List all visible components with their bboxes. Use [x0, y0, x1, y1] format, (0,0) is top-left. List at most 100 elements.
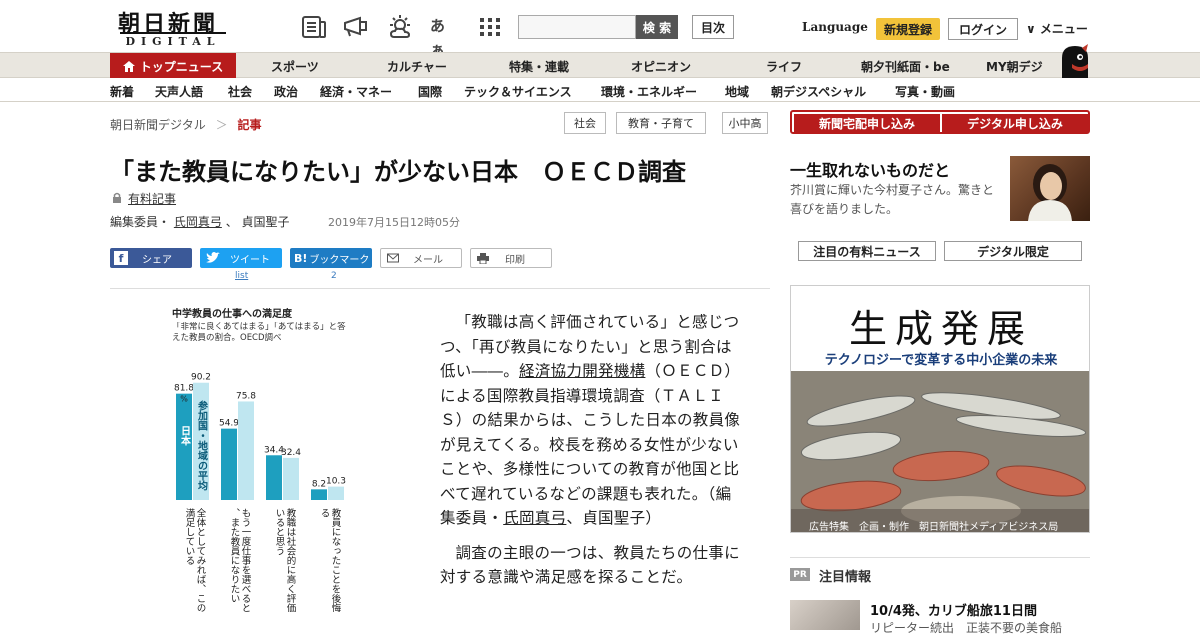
- facebook-icon: f: [114, 251, 128, 265]
- mail-share-label: メール: [413, 254, 443, 266]
- font-size-icon[interactable]: あぁ: [430, 14, 458, 59]
- bar-value-label: 10.3: [326, 477, 346, 487]
- login-button[interactable]: ログイン: [948, 18, 1018, 40]
- chart-subtitle-wrap: 「非常に良くあてはまる」「あてはまる」と答えた教員の割合。OECD調べ: [172, 322, 346, 343]
- nav2-politics[interactable]: 政治: [274, 83, 298, 100]
- chart-title: 中学教員の仕事への満足度: [172, 307, 293, 320]
- divider: [790, 557, 1090, 558]
- category-label: 、また教員になりたい: [229, 508, 241, 603]
- subscribe-box: 新聞宅配申し込み デジタル申し込み: [790, 110, 1090, 134]
- nav-sports[interactable]: スポーツ: [271, 58, 319, 75]
- pr-thumbnail[interactable]: [790, 600, 860, 630]
- print-button[interactable]: 印刷: [470, 248, 552, 268]
- nav2-society[interactable]: 社会: [228, 83, 252, 100]
- ad-footer: 広告特集 企画・制作 朝日新聞社メディアビジネス局: [809, 522, 1059, 533]
- ad-image: [791, 371, 1089, 532]
- grid-icon[interactable]: [476, 14, 504, 40]
- bar-value-label: 32.4: [281, 448, 301, 458]
- pr-title[interactable]: 10/4発、カリブ船旅11日間: [870, 600, 1037, 619]
- tag-school[interactable]: 小中高: [722, 112, 768, 134]
- category-label: いると思う: [274, 508, 286, 556]
- publish-date: 2019年7月15日12時05分: [328, 216, 460, 229]
- register-button[interactable]: 新規登録: [876, 18, 940, 40]
- home-icon: [122, 60, 135, 72]
- bar-japan: [176, 393, 192, 500]
- breadcrumb-current: 記事: [237, 118, 262, 132]
- mascot-icon: [1062, 44, 1088, 78]
- tab-paid-news[interactable]: 注目の有料ニュース: [798, 241, 936, 261]
- menu-button[interactable]: ∨ メニュー: [1026, 20, 1088, 37]
- nav2-environment[interactable]: 環境・エネルギー: [601, 83, 697, 100]
- oecd-link[interactable]: 経済協力開発機構: [519, 362, 645, 380]
- twitter-share-button[interactable]: ツイート: [200, 248, 282, 268]
- hatena-count[interactable]: 2: [331, 271, 337, 281]
- advertisement[interactable]: 生成発展 テクノロジーで変革する中小企業の未来 広告特集 企画・制作 朝日新聞社…: [790, 285, 1090, 533]
- nav-opinion[interactable]: オピニオン: [631, 58, 691, 75]
- feature-photo-art: [1028, 164, 1072, 221]
- nav-features[interactable]: 特集・連載: [509, 58, 569, 75]
- category-label: る: [319, 508, 330, 518]
- tag-education[interactable]: 教育・子育て: [616, 112, 706, 134]
- hatena-bookmark-label: ブックマーク: [309, 254, 370, 266]
- breadcrumb-home[interactable]: 朝日新聞デジタル: [110, 118, 206, 132]
- language-link[interactable]: Language: [802, 20, 868, 34]
- bar-value-label: 75.8: [236, 391, 256, 401]
- pr-badge: PR: [790, 568, 810, 581]
- nav2-tenseijingo[interactable]: 天声人語: [155, 83, 203, 100]
- tab-digital-only[interactable]: デジタル限定: [944, 241, 1082, 261]
- lock-icon: [113, 192, 121, 203]
- site-logo-sub[interactable]: DIGITAL: [120, 32, 226, 48]
- article-body: 「教職は高く評価されている」と感じつつ、「再び教員になりたい」と思う割合は低い―…: [440, 310, 746, 600]
- feature-description: 芥川賞に輝いた今村夏子さん。驚きと喜びを語りました。: [790, 183, 995, 216]
- byline-sep: 、: [225, 215, 238, 229]
- nav2-economy[interactable]: 経済・マネー: [320, 83, 392, 100]
- nav2-international[interactable]: 国際: [418, 83, 442, 100]
- unit-label: %: [180, 395, 188, 404]
- author-name: 貞国聖子: [241, 215, 290, 229]
- nav2-region[interactable]: 地域: [725, 83, 749, 100]
- category-label: 満足している: [184, 508, 196, 565]
- site-header: 朝日新聞 DIGITAL あぁ 検 索 目次 Language 新規登録 ログイ…: [0, 0, 1200, 59]
- nav2-new[interactable]: 新着: [110, 83, 134, 100]
- subscribe-digital-button[interactable]: デジタル申し込み: [942, 114, 1088, 132]
- nav-life[interactable]: ライフ: [766, 58, 802, 75]
- nav2-special[interactable]: 朝デジスペシャル: [771, 83, 866, 100]
- subscribe-paper-button[interactable]: 新聞宅配申し込み: [794, 114, 940, 132]
- author-link-inline[interactable]: 氏岡真弓: [503, 509, 566, 527]
- nav2-tech[interactable]: テック＆サイエンス: [464, 83, 572, 100]
- nav2-photo-video[interactable]: 写真・動画: [895, 83, 955, 100]
- search-button[interactable]: 検 索: [636, 15, 678, 39]
- nav-top-news-label: トップニュース: [139, 59, 224, 74]
- chart-bars: 81.890.2 全体としてみれば、この仕事に満足している 54.9 75.8 もう一度…: [174, 373, 346, 636]
- twitter-count[interactable]: list: [235, 271, 248, 281]
- series-label: 日本: [179, 425, 191, 446]
- category-label: もう一度仕事を選べるとしたら: [240, 508, 252, 612]
- paid-article-label[interactable]: 有料記事: [128, 190, 176, 207]
- facebook-share-button[interactable]: f シェア: [110, 248, 192, 268]
- pr-section-label: 注目情報: [819, 570, 872, 585]
- nav-print-edition[interactable]: 朝夕刊紙面・be: [861, 58, 950, 75]
- article-paragraph: 「教職は高く評価されている」と感じつつ、「再び教員になりたい」と思う割合は低い―…: [440, 310, 746, 531]
- satisfaction-chart: 中学教員の仕事への満足度 「非常に良くあてはまる」「あてはまる」と答えた教員の割…: [168, 302, 368, 636]
- category-label: 全体としてみれば、この仕事に: [195, 507, 207, 612]
- ad-title: 生成発展: [848, 307, 1033, 351]
- secondary-nav: 新着 天声人語 社会 政治 経済・マネー 国際 テック＆サイエンス 環境・エネル…: [0, 78, 1200, 102]
- hatena-bookmark-button[interactable]: B! ブックマーク: [290, 248, 372, 268]
- mail-share-button[interactable]: メール: [380, 248, 462, 268]
- feature-title[interactable]: 一生取れないものだと: [790, 157, 950, 181]
- megaphone-icon[interactable]: [342, 14, 370, 40]
- toc-button[interactable]: 目次: [692, 15, 734, 39]
- nav-my-asahi[interactable]: MY朝デジ: [986, 58, 1043, 75]
- bar-value-label: 90.2: [191, 373, 211, 383]
- nav-top-news[interactable]: トップニュース: [110, 53, 236, 79]
- author-link[interactable]: 氏岡真弓: [174, 215, 222, 229]
- search-input[interactable]: [518, 15, 636, 39]
- weather-icon[interactable]: [386, 14, 414, 40]
- newspaper-icon[interactable]: [300, 14, 328, 40]
- breadcrumb: 朝日新聞デジタル ＞ 記事: [110, 116, 261, 133]
- feature-photo[interactable]: [1010, 156, 1090, 221]
- nav-culture[interactable]: カルチャー: [387, 58, 447, 75]
- bar-average: [238, 401, 254, 500]
- tag-society[interactable]: 社会: [564, 112, 606, 134]
- printer-icon: [477, 252, 489, 264]
